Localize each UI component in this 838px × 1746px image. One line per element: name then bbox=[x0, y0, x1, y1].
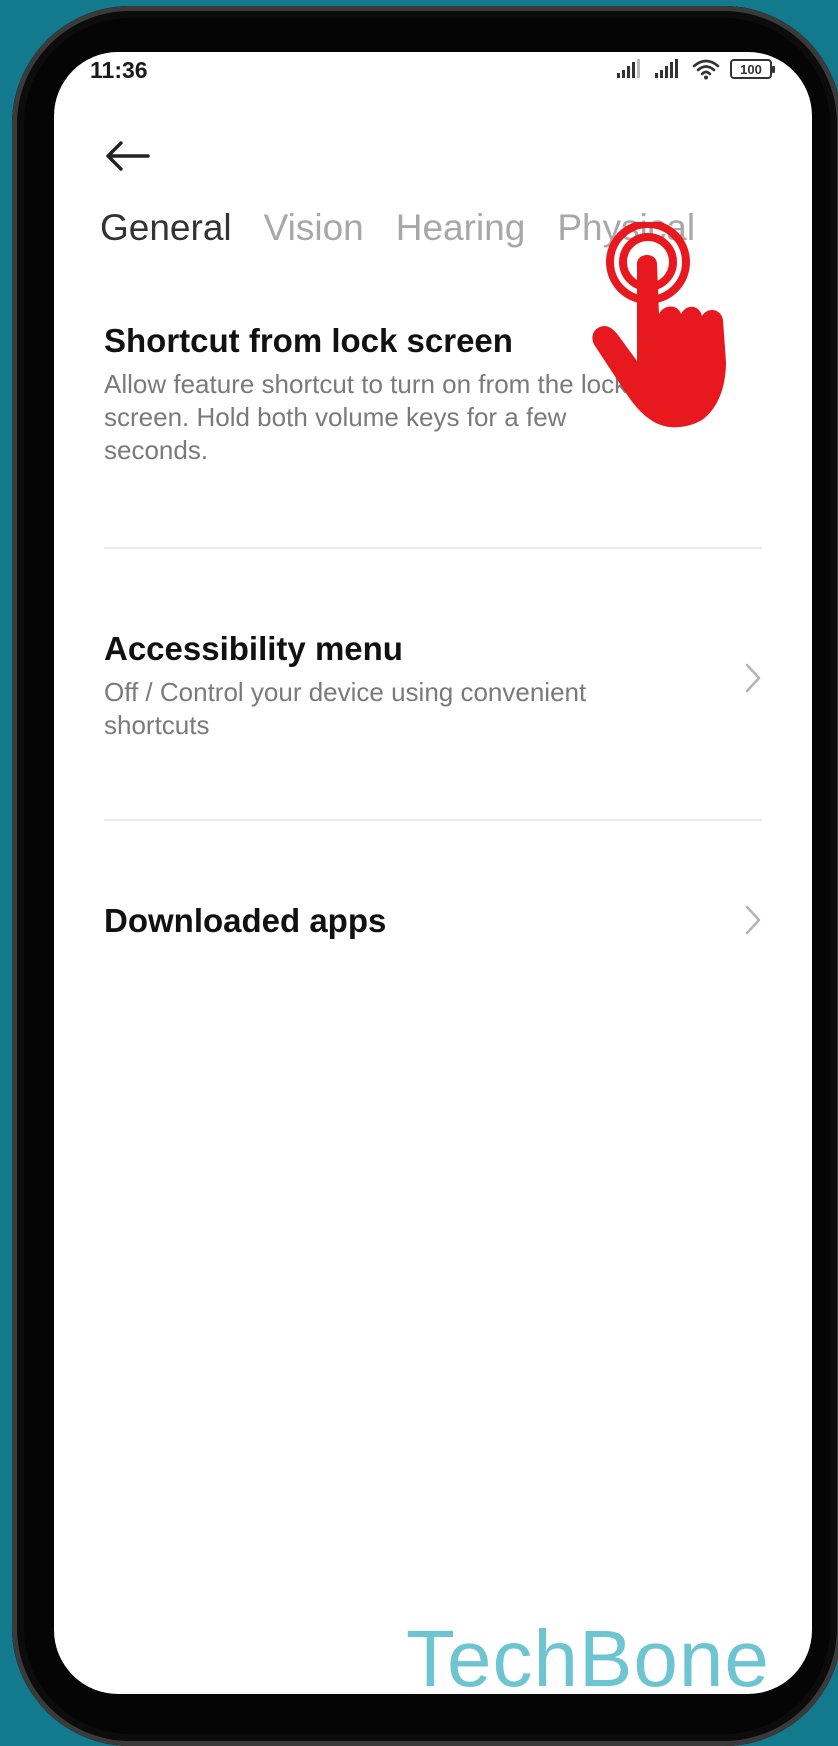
setting-title: Downloaded apps bbox=[104, 902, 387, 939]
tab-hearing[interactable]: Hearing bbox=[396, 207, 526, 249]
divider bbox=[104, 547, 762, 549]
downloaded-apps-setting[interactable]: Downloaded apps bbox=[104, 902, 762, 940]
accessibility-menu-setting[interactable]: Accessibility menu Off / Control your de… bbox=[104, 630, 762, 742]
setting-description: Off / Control your device using convenie… bbox=[104, 677, 587, 740]
back-button[interactable] bbox=[100, 128, 156, 184]
setting-title: Accessibility menu bbox=[104, 630, 403, 667]
status-time: 11:36 bbox=[90, 57, 148, 83]
tap-hand-icon bbox=[592, 222, 726, 428]
signal-icon bbox=[617, 59, 640, 78]
status-bar: 11:36 100 bbox=[54, 52, 812, 100]
tab-general[interactable]: General bbox=[100, 207, 232, 249]
chevron-right-icon bbox=[745, 905, 761, 935]
battery-icon: 100 bbox=[730, 59, 775, 79]
status-icons: 100 bbox=[606, 58, 775, 80]
arrow-left-icon bbox=[106, 141, 150, 171]
watermark: TechBone bbox=[406, 1614, 770, 1695]
wifi-icon bbox=[692, 59, 720, 80]
setting-description: Allow feature shortcut to turn on from t… bbox=[104, 369, 628, 465]
signal-icon bbox=[655, 59, 678, 78]
chevron-right-icon bbox=[745, 663, 761, 693]
battery-level: 100 bbox=[740, 61, 762, 77]
divider bbox=[104, 819, 762, 821]
tab-vision[interactable]: Vision bbox=[264, 207, 364, 249]
